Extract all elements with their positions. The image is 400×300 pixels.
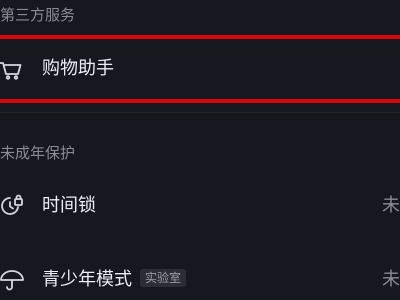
settings-item-shopping-assistant[interactable]: 购物助手 [0, 39, 400, 99]
section-header-minor-protection: 未成年保护 [0, 144, 76, 162]
settings-item-label-group: 青少年模式 实验室 [42, 269, 187, 291]
highlight-border-bottom [0, 99, 400, 103]
settings-item-time-lock[interactable]: 时间锁 未 [0, 176, 400, 236]
settings-item-status: 未 [382, 269, 400, 290]
time-lock-icon [0, 194, 24, 218]
umbrella-icon [0, 268, 24, 292]
settings-item-label: 时间锁 [42, 195, 96, 216]
settings-item-status: 未 [382, 195, 400, 216]
section-header-third-party: 第三方服务 [0, 6, 76, 24]
shopping-cart-icon [0, 57, 24, 81]
settings-screen: 第三方服务 购物助手 未成年保护 时间锁 未 青少年模式 实验室 未 [0, 0, 400, 300]
settings-item-label: 青少年模式 [42, 269, 132, 290]
divider [0, 112, 400, 113]
settings-item-label: 购物助手 [42, 58, 114, 79]
settings-item-teen-mode[interactable]: 青少年模式 实验室 未 [0, 250, 400, 300]
lab-badge: 实验室 [140, 269, 187, 287]
